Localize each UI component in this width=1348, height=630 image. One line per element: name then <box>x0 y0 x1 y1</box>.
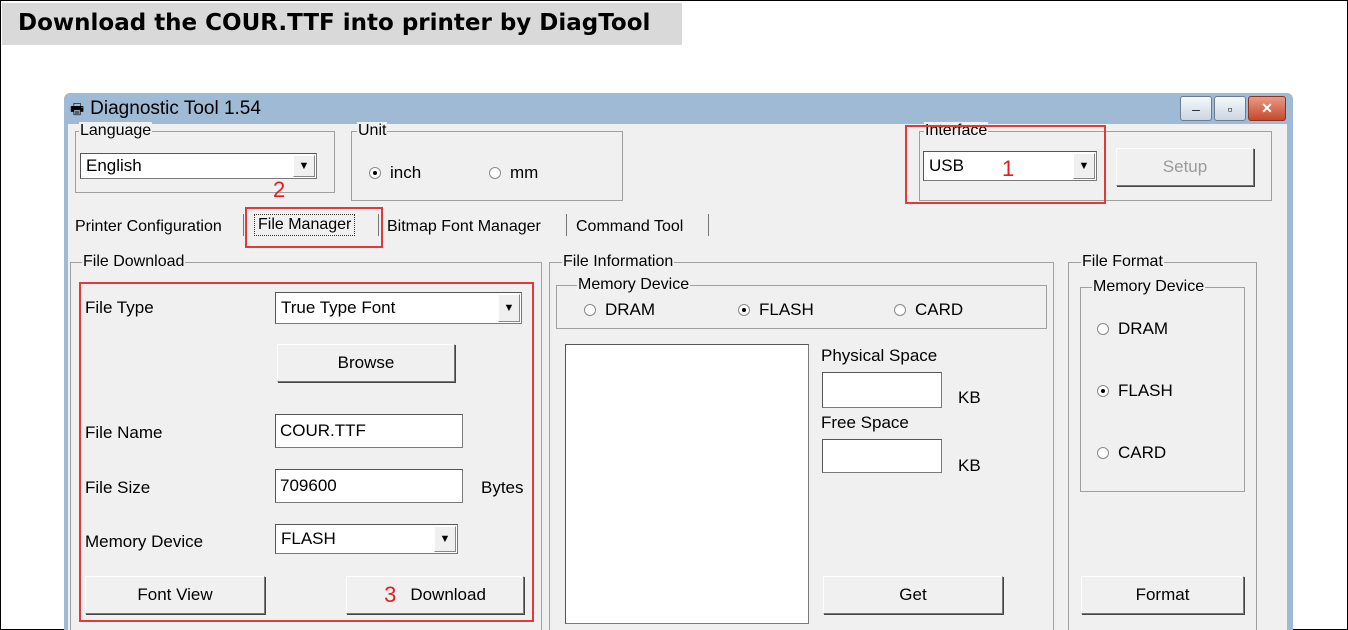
language-value: English <box>86 156 142 175</box>
physical-space-field[interactable] <box>822 372 942 408</box>
step-2-marker: 2 <box>273 177 286 202</box>
radio-selected-icon <box>738 304 750 316</box>
minimize-icon: – <box>1192 100 1200 117</box>
unit-inch-radio[interactable]: inch <box>369 163 421 183</box>
page-heading: Download the COUR.TTF into printer by Di… <box>18 10 651 36</box>
chevron-down-icon[interactable]: ▼ <box>293 155 315 177</box>
file-list[interactable] <box>565 344 809 624</box>
free-space-field[interactable] <box>822 439 942 473</box>
radio-selected-icon <box>1097 385 1109 397</box>
format-card-radio[interactable]: CARD <box>1097 443 1166 463</box>
unit-mm-radio[interactable]: mm <box>489 163 538 183</box>
tab-command-tool[interactable]: Command Tool <box>573 218 686 236</box>
step-1-marker: 1 <box>1002 156 1015 181</box>
free-space-label: Free Space <box>821 413 909 432</box>
file-information-legend: File Information <box>562 253 675 271</box>
maximize-icon: ▫ <box>1227 100 1233 117</box>
file-manager-highlight-box <box>245 207 383 248</box>
tab-bitmap-font-manager[interactable]: Bitmap Font Manager <box>384 218 544 236</box>
window-title: Diagnostic Tool 1.54 <box>90 98 261 119</box>
tab-printer-configuration[interactable]: Printer Configuration <box>72 218 225 236</box>
info-memory-device-legend: Memory Device <box>577 276 691 294</box>
physical-space-unit: KB <box>958 388 981 407</box>
free-space-unit: KB <box>958 456 981 475</box>
file-download-highlight-box <box>79 282 534 622</box>
tab-divider <box>708 214 709 236</box>
format-flash-label: FLASH <box>1118 381 1173 400</box>
language-legend: Language <box>79 122 153 140</box>
printer-icon: 🖶 <box>70 101 85 118</box>
radio-icon <box>1097 447 1109 459</box>
format-card-label: CARD <box>1118 443 1167 462</box>
format-dram-label: DRAM <box>1118 319 1169 338</box>
maximize-button[interactable]: ▫ <box>1214 96 1246 121</box>
info-dram-label: DRAM <box>605 300 656 319</box>
close-icon: ✕ <box>1261 100 1273 116</box>
radio-selected-icon <box>369 167 381 179</box>
tab-divider <box>566 214 567 236</box>
file-download-legend: File Download <box>82 253 186 271</box>
unit-mm-label: mm <box>510 163 539 182</box>
unit-legend: Unit <box>357 122 388 140</box>
setup-button[interactable]: Setup <box>1116 148 1254 186</box>
radio-icon <box>584 304 596 316</box>
close-button[interactable]: ✕ <box>1248 96 1286 121</box>
format-memory-device-legend: Memory Device <box>1092 278 1206 296</box>
language-select[interactable]: English ▼ <box>80 153 317 179</box>
file-format-legend: File Format <box>1081 253 1164 271</box>
get-button[interactable]: Get <box>823 576 1003 614</box>
minimize-button[interactable]: – <box>1180 96 1212 121</box>
physical-space-label: Physical Space <box>821 346 938 365</box>
info-dram-radio[interactable]: DRAM <box>584 300 655 320</box>
info-card-radio[interactable]: CARD <box>894 300 963 320</box>
format-button[interactable]: Format <box>1081 576 1244 614</box>
info-card-label: CARD <box>915 300 964 319</box>
radio-icon <box>489 167 501 179</box>
tab-divider <box>243 214 244 236</box>
radio-icon <box>894 304 906 316</box>
window-title-bar: 🖶 Diagnostic Tool 1.54 <box>70 96 261 123</box>
unit-inch-label: inch <box>390 163 422 182</box>
info-flash-label: FLASH <box>759 300 814 319</box>
info-flash-radio[interactable]: FLASH <box>738 300 814 320</box>
format-dram-radio[interactable]: DRAM <box>1097 319 1168 339</box>
format-flash-radio[interactable]: FLASH <box>1097 381 1173 401</box>
radio-icon <box>1097 323 1109 335</box>
